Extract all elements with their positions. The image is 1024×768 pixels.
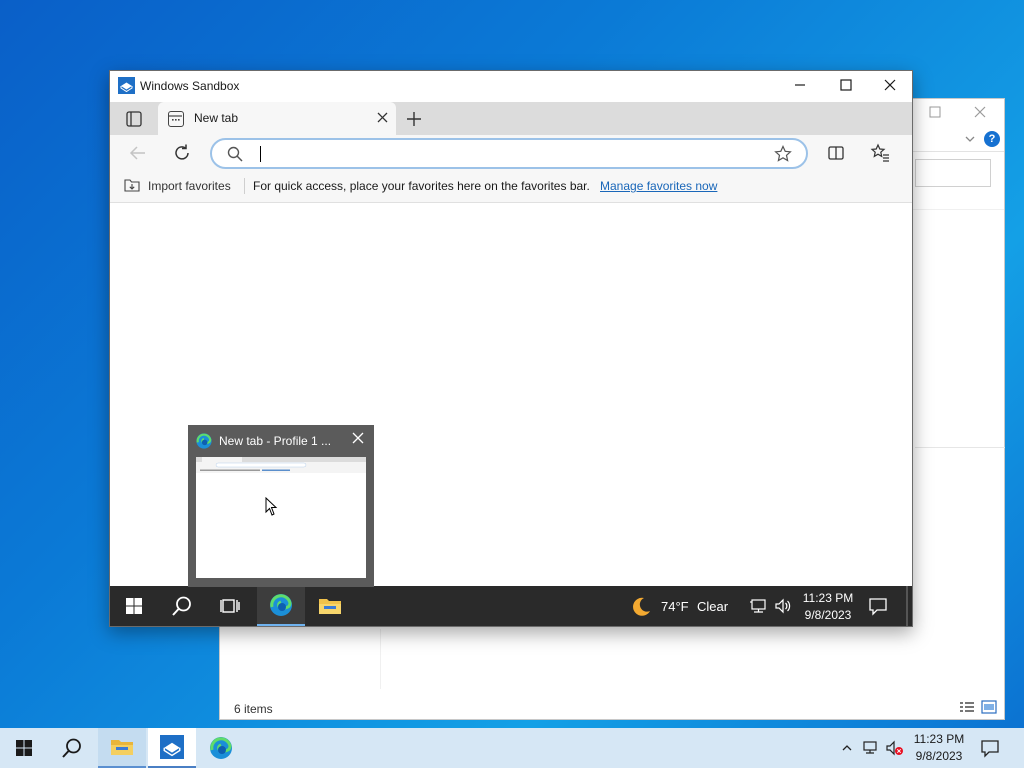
large-icons-view-icon[interactable] (981, 700, 997, 714)
action-center-icon[interactable] (980, 738, 1000, 758)
host-taskbar: 11:23 PM 9/8/2023 (0, 728, 1024, 768)
close-icon (377, 112, 387, 123)
new-tab-button[interactable] (402, 107, 426, 131)
weather-condition[interactable]: Clear (697, 599, 728, 614)
host-start-button[interactable] (0, 728, 48, 768)
details-view-icon[interactable] (959, 700, 975, 714)
tab-actions-menu-button[interactable] (120, 108, 148, 130)
refresh-icon (175, 144, 189, 160)
sandbox-file-explorer-taskbar-button[interactable] (306, 586, 354, 626)
new-tab-page-icon (168, 111, 184, 127)
tab-actions-icon (126, 111, 142, 127)
close-icon (352, 432, 364, 444)
sandbox-start-button[interactable] (110, 586, 158, 626)
taskbar-thumbnail-preview[interactable]: New tab - Profile 1 ... (188, 425, 374, 587)
explorer-maximize-button[interactable] (925, 103, 945, 123)
tab-title: New tab (194, 111, 239, 125)
show-desktop-button[interactable] (906, 586, 908, 626)
windows-logo-icon (126, 598, 142, 614)
host-search-button[interactable] (48, 728, 96, 768)
search-icon (226, 145, 244, 163)
import-folder-icon (124, 178, 140, 192)
help-icon[interactable]: ? (984, 131, 1000, 147)
windows-logo-icon (16, 740, 32, 756)
edge-browser-icon (270, 594, 292, 616)
split-screen-button[interactable] (824, 141, 848, 165)
explorer-search-input[interactable] (915, 159, 991, 187)
browser-toolbar (110, 135, 912, 171)
folder-icon (111, 740, 133, 755)
column-divider (380, 629, 381, 689)
browser-tab-strip: New tab (110, 102, 912, 135)
host-file-explorer-taskbar-button[interactable] (98, 728, 146, 768)
star-icon (774, 145, 792, 162)
ribbon-expand-chevron-icon[interactable] (964, 133, 976, 145)
back-button[interactable] (126, 141, 150, 165)
maximize-icon (840, 79, 852, 91)
manage-favorites-link[interactable]: Manage favorites now (600, 179, 717, 193)
minimize-button[interactable] (777, 71, 823, 102)
network-icon[interactable] (750, 598, 768, 614)
minimize-icon (795, 84, 805, 86)
host-edge-taskbar-button[interactable] (197, 728, 245, 768)
host-sandbox-taskbar-button[interactable] (148, 728, 196, 768)
thumbnail-title: New tab - Profile 1 ... (219, 434, 332, 448)
close-button[interactable] (867, 71, 913, 102)
task-view-icon (220, 599, 240, 613)
favorites-bar: Import favorites For quick access, place… (110, 171, 912, 203)
thumbnail-close-button[interactable] (348, 430, 368, 450)
sandbox-app-icon (118, 77, 135, 94)
import-favorites-button[interactable]: Import favorites (148, 179, 231, 193)
folder-icon (319, 599, 341, 614)
network-icon[interactable] (862, 740, 880, 756)
status-bar-item-count: 6 items (234, 702, 273, 716)
volume-icon[interactable] (774, 598, 792, 614)
close-icon (974, 106, 986, 118)
weather-moon-icon[interactable] (630, 596, 650, 616)
favorites-bar-separator (244, 178, 245, 194)
window-title: Windows Sandbox (140, 79, 240, 93)
refresh-button[interactable] (170, 141, 194, 165)
plus-icon (407, 112, 421, 126)
favorites-bar-message: For quick access, place your favorites h… (253, 179, 590, 193)
sandbox-clock-date[interactable]: 9/8/2023 (802, 608, 854, 622)
split-screen-icon (828, 146, 844, 160)
sandbox-app-icon (160, 735, 184, 759)
address-bar[interactable] (210, 138, 808, 169)
host-clock-time[interactable]: 11:23 PM (910, 732, 968, 746)
close-icon (884, 79, 896, 91)
thumbnail-page-preview[interactable] (196, 457, 366, 578)
tab-close-button[interactable] (372, 108, 392, 128)
maximize-button[interactable] (823, 71, 869, 102)
edge-browser-icon (195, 432, 213, 450)
host-clock-date[interactable]: 9/8/2023 (910, 749, 968, 763)
favorites-star-list-icon (870, 143, 889, 162)
address-input[interactable] (256, 143, 756, 165)
volume-muted-icon[interactable] (886, 740, 904, 756)
action-center-icon[interactable] (868, 596, 888, 616)
sandbox-clock-time[interactable]: 11:23 PM (802, 591, 854, 605)
sandbox-task-view-button[interactable] (206, 586, 254, 626)
add-to-favorites-button[interactable] (772, 143, 794, 165)
sandbox-taskbar: 74°F Clear 11:23 PM 9/8/2023 (110, 586, 912, 626)
maximize-icon (929, 106, 941, 118)
search-icon (62, 738, 81, 758)
sandbox-edge-taskbar-button[interactable] (257, 586, 305, 626)
edge-browser-icon (210, 737, 232, 759)
favorites-button[interactable] (868, 141, 892, 165)
tab-new-tab[interactable]: New tab (158, 102, 396, 135)
text-caret (260, 146, 261, 162)
sandbox-search-button[interactable] (158, 586, 206, 626)
mouse-cursor-icon (265, 497, 278, 516)
back-arrow-icon (129, 146, 145, 160)
weather-temperature[interactable]: 74°F (661, 599, 689, 614)
search-icon (172, 596, 191, 616)
show-hidden-icons-chevron-icon[interactable] (838, 738, 856, 758)
sandbox-titlebar[interactable]: Windows Sandbox (110, 71, 912, 102)
pane-divider (915, 447, 1005, 448)
explorer-close-button[interactable] (970, 103, 990, 123)
